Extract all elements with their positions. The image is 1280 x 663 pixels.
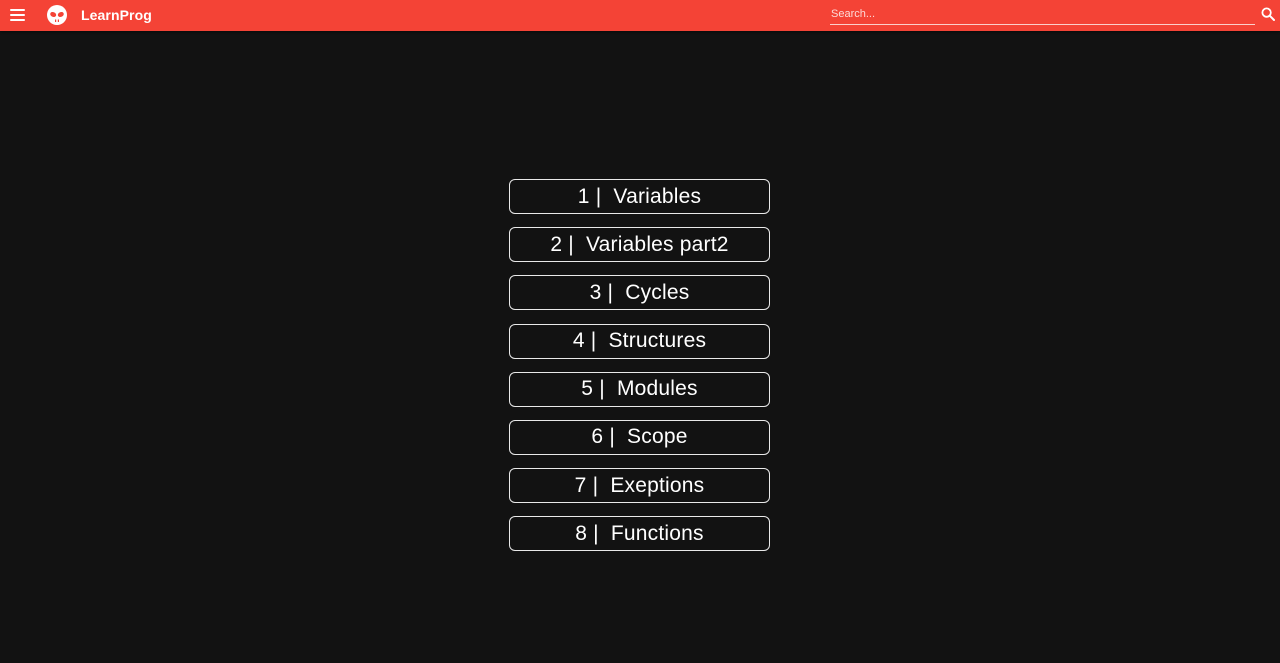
- lesson-number: 8: [575, 521, 588, 545]
- lesson-separator: |: [584, 329, 609, 353]
- lesson-title: Functions: [610, 521, 704, 545]
- lesson-button-4[interactable]: 4 | Structures: [509, 323, 770, 359]
- lesson-button-3[interactable]: 3 | Cycles: [509, 275, 770, 311]
- search-input[interactable]: [830, 4, 1255, 25]
- lesson-separator: |: [587, 521, 611, 545]
- lesson-list: 1 | Variables 2 | Variables part2 3 | Cy…: [509, 179, 771, 565]
- lesson-separator: |: [589, 184, 614, 208]
- lesson-separator: |: [601, 280, 626, 304]
- lesson-number: 4: [572, 329, 585, 353]
- lesson-button-7[interactable]: 7 | Exeptions: [509, 468, 770, 504]
- lesson-button-8[interactable]: 8 | Functions: [509, 516, 770, 552]
- lesson-number: 6: [591, 425, 604, 449]
- lesson-number: 5: [581, 377, 594, 401]
- lesson-button-1[interactable]: 1 | Variables: [509, 179, 770, 214]
- lesson-button-5[interactable]: 5 | Modules: [509, 371, 770, 407]
- menu-icon[interactable]: [10, 9, 25, 21]
- lesson-title: Variables: [613, 184, 702, 208]
- lesson-title: Exeptions: [610, 473, 705, 497]
- lesson-title: Modules: [616, 377, 698, 401]
- lesson-separator: |: [586, 473, 611, 497]
- lesson-title: Variables part2: [585, 232, 729, 256]
- lesson-button-2[interactable]: 2 | Variables part2: [509, 227, 770, 263]
- alien-logo-icon[interactable]: [46, 4, 68, 26]
- lesson-title: Cycles: [625, 280, 690, 304]
- lesson-separator: |: [593, 377, 617, 401]
- lesson-separator: |: [562, 232, 586, 256]
- lesson-number: 3: [589, 280, 602, 304]
- top-app-bar: LearnProg: [0, 0, 1280, 31]
- brand-name[interactable]: LearnProg: [81, 7, 152, 23]
- lesson-number: 1: [577, 184, 590, 208]
- lesson-number: 2: [550, 232, 563, 256]
- lesson-title: Structures: [608, 329, 707, 353]
- lesson-separator: |: [603, 425, 628, 449]
- search-bar: [830, 4, 1280, 26]
- lesson-number: 7: [574, 473, 587, 497]
- lesson-title: Scope: [627, 425, 688, 449]
- search-icon[interactable]: [1261, 7, 1275, 21]
- lesson-button-6[interactable]: 6 | Scope: [509, 419, 770, 455]
